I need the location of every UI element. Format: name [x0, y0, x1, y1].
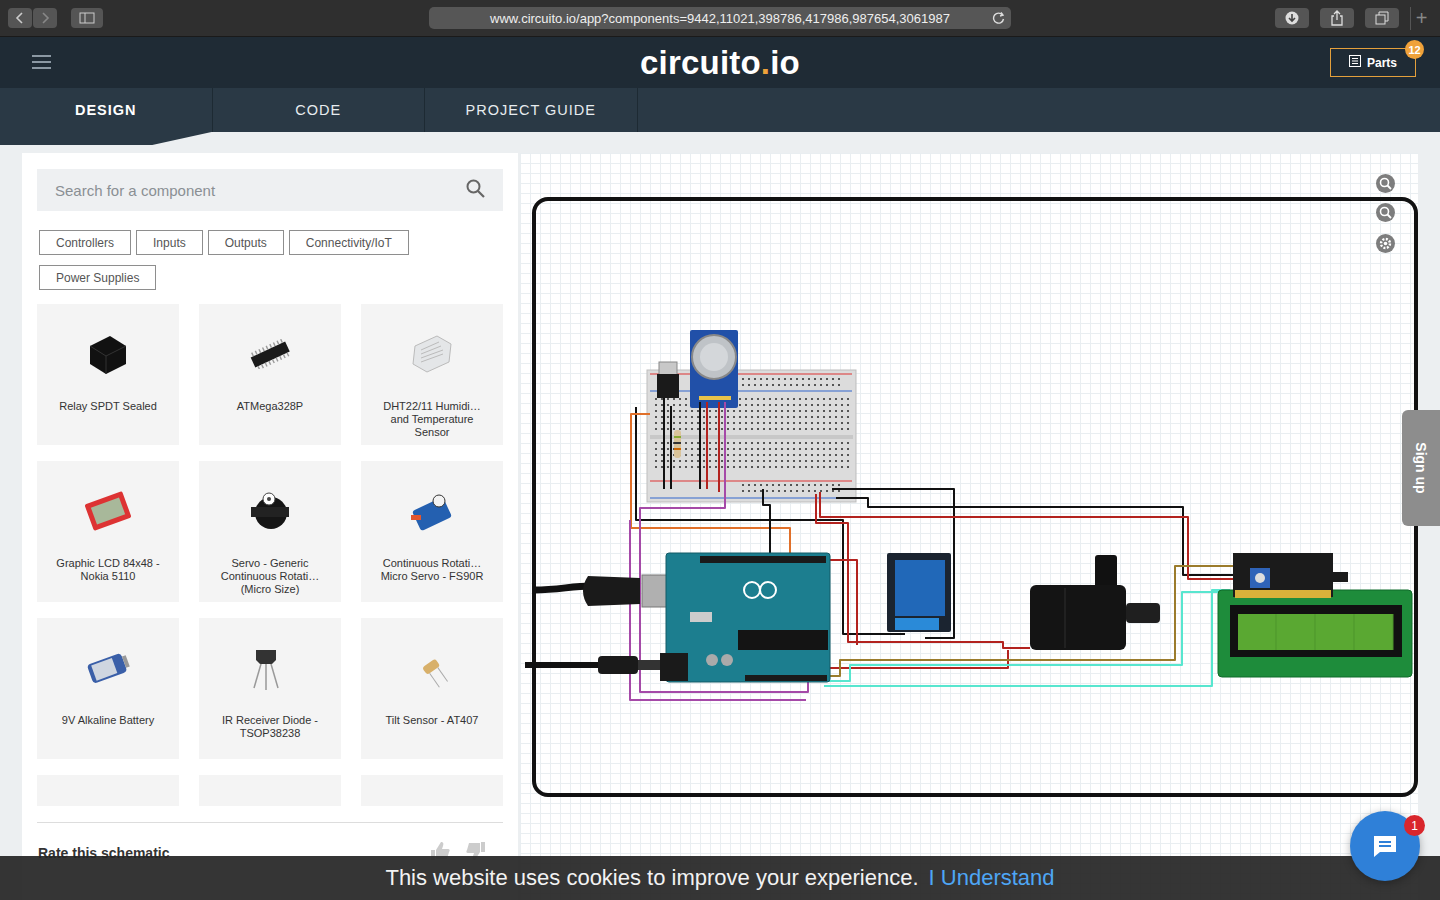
reload-icon[interactable]: [992, 11, 1005, 27]
component-card[interactable]: ATMega328P: [199, 304, 341, 445]
parts-count-badge: 12: [1405, 40, 1424, 59]
component-card[interactable]: 9V Alkaline Battery: [37, 618, 179, 759]
component-icon: [255, 789, 285, 806]
component-icon: [409, 481, 455, 541]
component-icon: [250, 638, 290, 698]
browser-toolbar: www.circuito.io/app?components=9442,1102…: [0, 0, 1440, 37]
component-icon: [84, 481, 132, 541]
filter-button[interactable]: Connectivity/IoT: [289, 230, 409, 255]
active-tab-pointer: [0, 132, 212, 145]
forward-icon[interactable]: [33, 8, 57, 28]
component-card[interactable]: Servo - Generic Continuous Rotati… (Micr…: [199, 461, 341, 602]
component-card[interactable]: [37, 775, 179, 806]
component-icon: [86, 324, 130, 384]
component-grid: Relay SPDT SealedATMega328PDHT22/11 Humi…: [37, 304, 503, 806]
component-icon: [247, 324, 293, 384]
settings-gear-icon[interactable]: [1376, 234, 1395, 253]
zoom-out-icon[interactable]: [1376, 203, 1395, 222]
list-icon: [1349, 55, 1361, 70]
design-canvas[interactable]: [520, 153, 1418, 900]
new-tab-button[interactable]: +: [1410, 7, 1432, 30]
tabs-icon[interactable]: [1365, 8, 1399, 28]
component-card[interactable]: Tilt Sensor - AT407: [361, 618, 503, 759]
component-icon: [247, 481, 293, 541]
tab[interactable]: DESIGN: [0, 88, 213, 132]
chat-badge: 1: [1404, 815, 1425, 836]
share-icon[interactable]: [1320, 8, 1354, 28]
back-icon[interactable]: [8, 8, 32, 28]
component-card[interactable]: [361, 775, 503, 806]
circuit-diagram[interactable]: [520, 153, 1418, 900]
tab[interactable]: CODE: [213, 88, 426, 132]
filter-button[interactable]: Power Supplies: [39, 265, 156, 290]
sign-up-tab[interactable]: Sign up: [1402, 410, 1440, 526]
component-card[interactable]: [199, 775, 341, 806]
component-card[interactable]: Continuous Rotati… Micro Servo - FS90R: [361, 461, 503, 602]
filter-button[interactable]: Controllers: [39, 230, 131, 255]
sidebar-icon[interactable]: [71, 8, 103, 28]
menu-icon[interactable]: [32, 55, 51, 73]
component-card[interactable]: DHT22/11 Humidi… and Temperature Sensor: [361, 304, 503, 445]
search-field[interactable]: [37, 169, 503, 211]
component-icon: [409, 638, 455, 698]
app-header: circuito.io Parts12: [0, 37, 1440, 88]
cookie-banner: This website uses cookies to improve you…: [0, 856, 1440, 900]
logo[interactable]: circuito.io: [640, 44, 800, 82]
search-icon[interactable]: [466, 179, 485, 202]
filter-button[interactable]: Inputs: [136, 230, 203, 255]
tab[interactable]: PROJECT GUIDE: [425, 88, 638, 132]
zoom-in-icon[interactable]: [1376, 174, 1395, 193]
search-input[interactable]: [55, 182, 456, 199]
tab-bar: DESIGNCODEPROJECT GUIDE: [0, 88, 1440, 132]
component-panel: ControllersInputsOutputsConnectivity/IoT…: [22, 153, 518, 900]
address-bar[interactable]: www.circuito.io/app?components=9442,1102…: [429, 7, 1011, 29]
accept-cookies-link[interactable]: I Understand: [929, 865, 1055, 891]
component-icon: [409, 324, 455, 384]
component-card[interactable]: Relay SPDT Sealed: [37, 304, 179, 445]
component-card[interactable]: Graphic LCD 84x48 - Nokia 5110: [37, 461, 179, 602]
filter-button[interactable]: Outputs: [208, 230, 284, 255]
component-icon: [85, 638, 131, 698]
component-card[interactable]: IR Receiver Diode - TSOP38238: [199, 618, 341, 759]
download-icon[interactable]: [1275, 8, 1309, 28]
component-icon: [412, 789, 452, 806]
parts-button[interactable]: Parts12: [1330, 48, 1416, 77]
